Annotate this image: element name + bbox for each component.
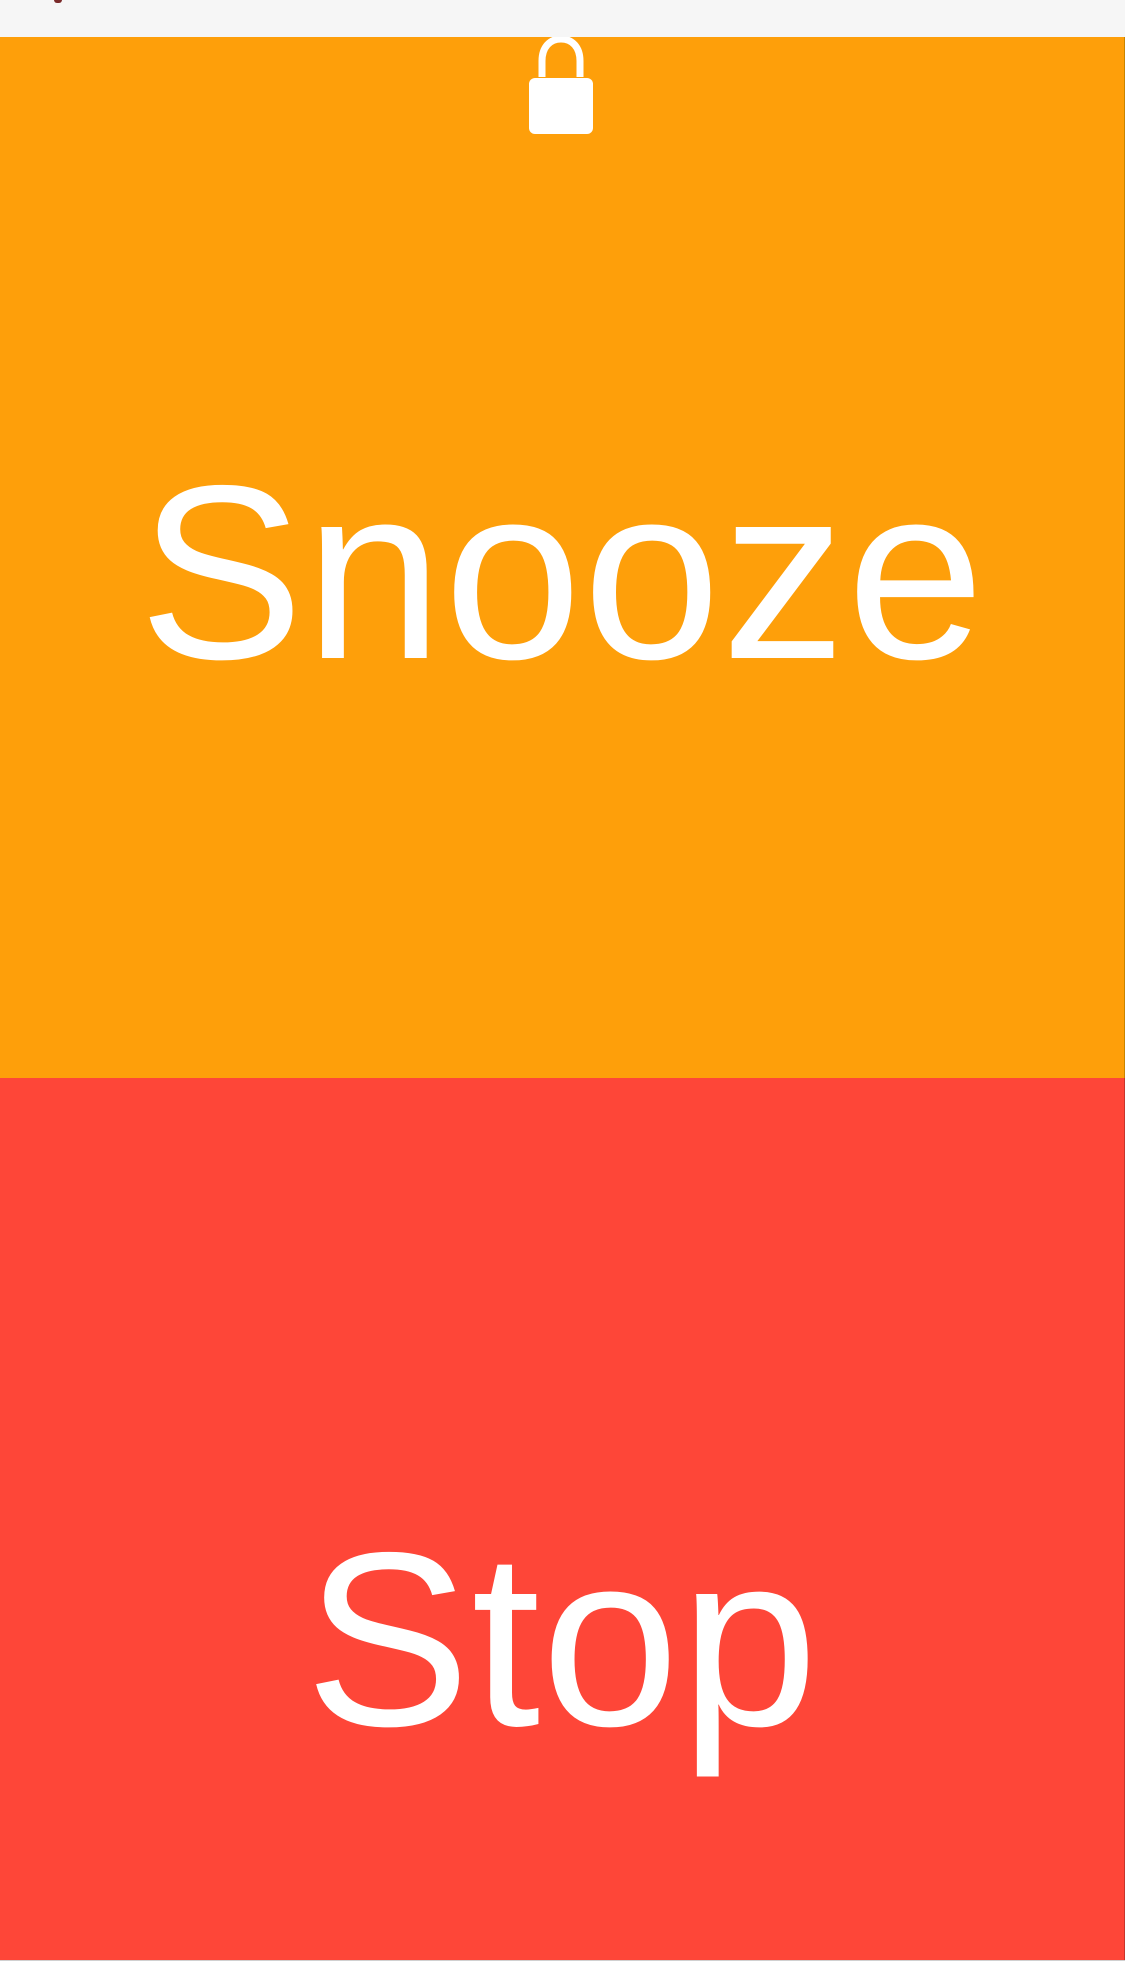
snooze-label: Snooze xyxy=(138,432,986,711)
alarm-screen: Snooze Stop xyxy=(0,0,1125,1973)
lock-icon[interactable] xyxy=(526,37,596,138)
status-bar xyxy=(0,0,1125,38)
stop-label: Stop xyxy=(304,1500,820,1778)
bottom-edge xyxy=(0,1960,1125,1973)
snooze-button[interactable]: Snooze xyxy=(0,37,1125,1078)
status-indicator xyxy=(54,0,62,3)
